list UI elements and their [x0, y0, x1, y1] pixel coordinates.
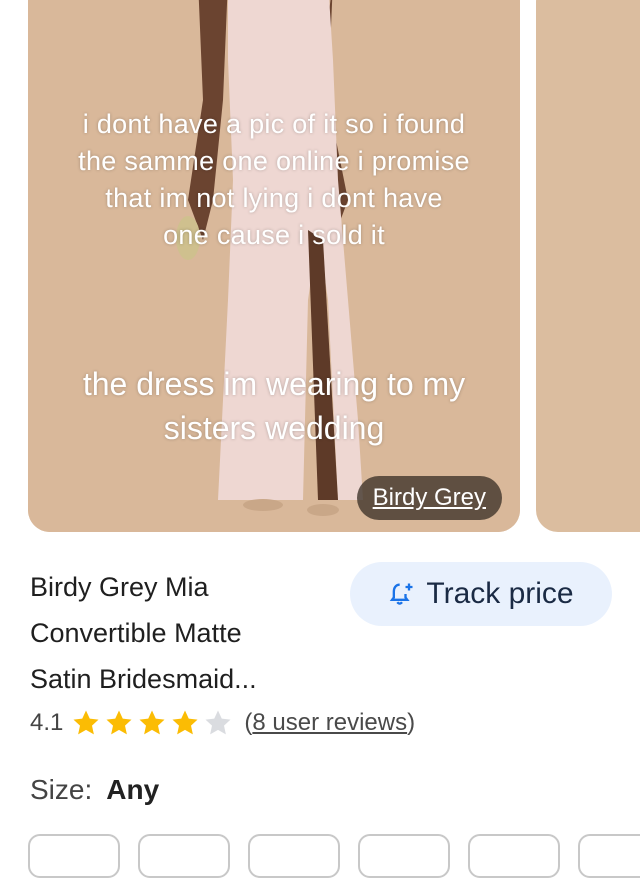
- size-chips: [28, 834, 640, 878]
- size-chip[interactable]: [138, 834, 230, 878]
- size-row: Size: Any: [30, 774, 159, 806]
- star-empty-icon: [205, 710, 231, 735]
- rating-value: 4.1: [30, 709, 64, 736]
- product-photo: [28, 0, 520, 532]
- product-image-card[interactable]: i dont have a pic of it so i found the s…: [28, 0, 520, 532]
- size-value: Any: [106, 774, 160, 805]
- image-carousel[interactable]: i dont have a pic of it so i found the s…: [0, 0, 640, 540]
- caption-top-line: that im not lying i dont have: [105, 183, 443, 213]
- star-icon: [172, 710, 198, 735]
- size-chip[interactable]: [468, 834, 560, 878]
- reviews-count[interactable]: 8 user reviews: [252, 709, 407, 736]
- size-chip[interactable]: [578, 834, 640, 878]
- size-chip[interactable]: [28, 834, 120, 878]
- caption-top-line: i dont have a pic of it so i found: [82, 109, 466, 139]
- title-line: Satin Bridesmaid...: [30, 664, 257, 694]
- title-line: Convertible Matte: [30, 618, 242, 648]
- size-chip[interactable]: [358, 834, 450, 878]
- title-line: Birdy Grey Mia: [30, 572, 209, 602]
- next-image-card[interactable]: [536, 0, 640, 532]
- caption-top-line: one cause i sold it: [163, 220, 385, 250]
- star-icon: [73, 710, 99, 735]
- bell-add-icon: [390, 583, 413, 605]
- product-title[interactable]: Birdy Grey Mia Convertible Matte Satin B…: [30, 564, 330, 702]
- caption-bottom-line: sisters wedding: [163, 410, 385, 446]
- size-label: Size:: [30, 774, 93, 805]
- track-price-button[interactable]: Track price: [350, 562, 612, 626]
- caption-top-line: the samme one online i promise: [78, 146, 470, 176]
- caption-bottom-line: the dress im wearing to my: [82, 366, 466, 402]
- caption-top: i dont have a pic of it so i found the s…: [28, 106, 520, 254]
- star-icon: [139, 710, 165, 735]
- size-chip[interactable]: [248, 834, 340, 878]
- star-icon: [106, 710, 132, 735]
- reviews-link[interactable]: (8 user reviews): [244, 709, 415, 737]
- source-link[interactable]: Birdy Grey: [356, 476, 502, 520]
- caption-bottom: the dress im wearing to my sisters weddi…: [28, 362, 520, 450]
- rating-row: 4.1 (8 user reviews): [30, 708, 415, 738]
- track-price-label: Track price: [426, 577, 574, 610]
